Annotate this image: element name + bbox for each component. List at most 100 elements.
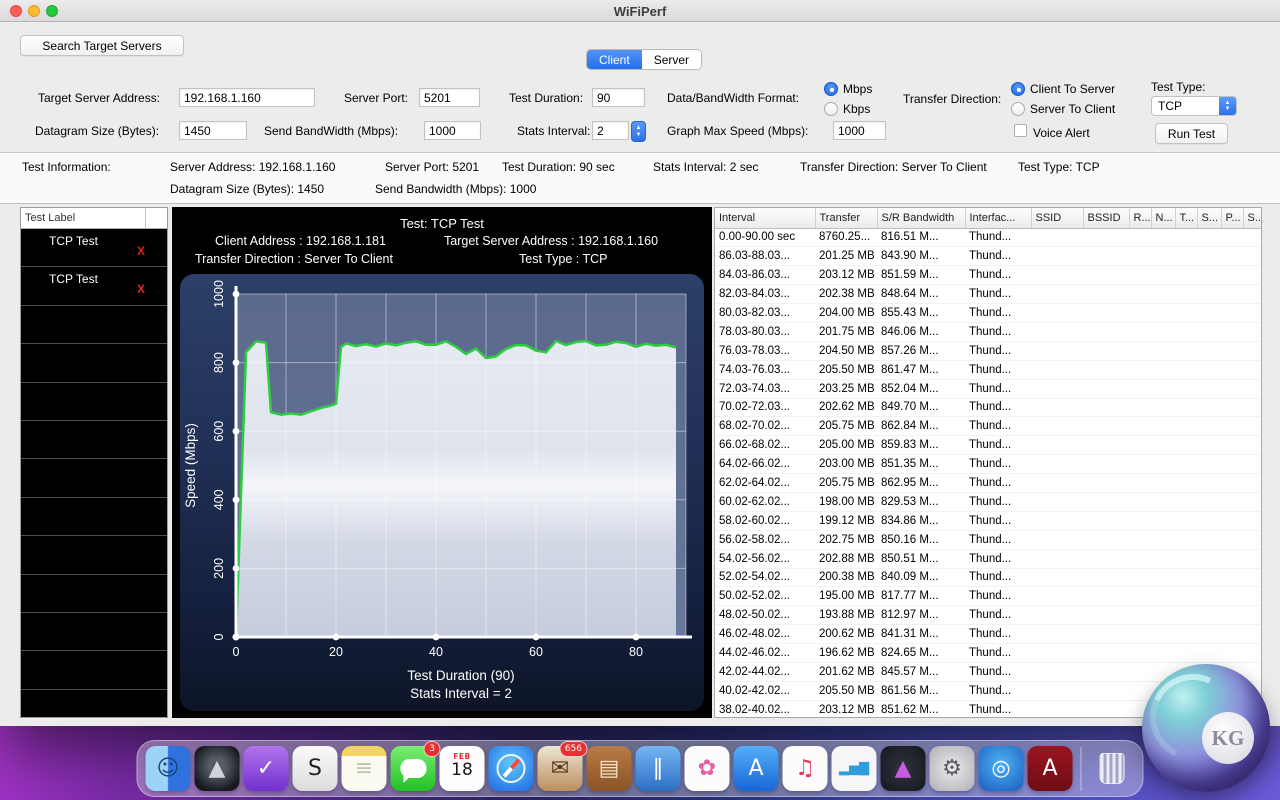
dock-item-messages[interactable]: 3 xyxy=(391,746,436,791)
table-cell: 72.03-74.03... xyxy=(715,379,815,398)
column-header[interactable]: N... xyxy=(1151,208,1175,228)
column-header[interactable]: Interfac... xyxy=(965,208,1031,228)
datagram-size-input[interactable] xyxy=(179,121,247,140)
dock-item-system-preferences[interactable]: ⚙ xyxy=(930,746,975,791)
table-cell xyxy=(1083,304,1129,323)
test-type-select[interactable]: TCP ▲▼ xyxy=(1151,96,1237,116)
table-cell xyxy=(1031,417,1083,436)
remove-test-button[interactable]: X xyxy=(137,244,145,258)
column-header[interactable]: BSSID xyxy=(1083,208,1129,228)
table-cell xyxy=(1243,379,1262,398)
table-row[interactable]: 68.02-70.02...205.75 MB862.84 M...Thund.… xyxy=(715,417,1262,436)
radio-client-to-server[interactable]: Client To Server xyxy=(1011,81,1115,97)
test-duration-input[interactable] xyxy=(592,88,645,107)
dock-item-trash[interactable] xyxy=(1090,746,1135,791)
dock-item-app-store[interactable]: A xyxy=(734,746,779,791)
table-cell xyxy=(1243,398,1262,417)
table-row[interactable]: 56.02-58.02...202.75 MB850.16 M...Thund.… xyxy=(715,530,1262,549)
target-server-address-input[interactable] xyxy=(179,88,315,107)
dock-item-adobe-reader[interactable]: A xyxy=(1028,746,1073,791)
titlebar[interactable]: WiFiPerf xyxy=(0,0,1280,22)
table-row[interactable]: 66.02-68.02...205.00 MB859.83 M...Thund.… xyxy=(715,436,1262,455)
table-row[interactable]: 84.03-86.03...203.12 MB851.59 M...Thund.… xyxy=(715,266,1262,285)
dock-item-music[interactable]: ♫ xyxy=(783,746,828,791)
server-port-input[interactable] xyxy=(419,88,480,107)
stats-interval-stepper[interactable]: ▲▼ xyxy=(631,121,646,142)
chart-panel: Test: TCP Test Client Address : 192.168.… xyxy=(172,207,712,718)
table-row[interactable]: 44.02-46.02...196.62 MB824.65 M...Thund.… xyxy=(715,644,1262,663)
table-row[interactable]: 80.03-82.03...204.00 MB855.43 M...Thund.… xyxy=(715,304,1262,323)
voice-alert-checkbox[interactable] xyxy=(1014,124,1027,137)
svg-text:60: 60 xyxy=(529,645,543,659)
table-row[interactable]: 52.02-54.02...200.38 MB840.09 M...Thund.… xyxy=(715,568,1262,587)
table-row[interactable]: 64.02-66.02...203.00 MB851.35 M...Thund.… xyxy=(715,455,1262,474)
table-row[interactable]: 50.02-52.02...195.00 MB817.77 M...Thund.… xyxy=(715,587,1262,606)
search-target-servers-button[interactable]: Search Target Servers xyxy=(20,35,184,56)
table-row[interactable]: 70.02-72.03...202.62 MB849.70 M...Thund.… xyxy=(715,398,1262,417)
radio-server-to-client[interactable]: Server To Client xyxy=(1011,101,1115,117)
table-cell xyxy=(1031,511,1083,530)
table-cell xyxy=(1151,436,1175,455)
dock-item-books-app[interactable]: ▤ xyxy=(587,746,632,791)
table-row[interactable]: 48.02-50.02...193.88 MB812.97 M...Thund.… xyxy=(715,606,1262,625)
table-row[interactable]: 60.02-62.02...198.00 MB829.53 M...Thund.… xyxy=(715,492,1262,511)
table-row[interactable]: 76.03-78.03...204.50 MB857.26 M...Thund.… xyxy=(715,341,1262,360)
column-header[interactable]: SSID xyxy=(1031,208,1083,228)
table-cell xyxy=(1243,247,1262,266)
test-list-row[interactable]: TCP TestX xyxy=(21,267,167,305)
table-cell xyxy=(1083,492,1129,511)
table-cell: 861.56 M... xyxy=(877,681,965,700)
stats-interval-input[interactable] xyxy=(592,121,629,140)
dock-item-safari[interactable] xyxy=(489,746,534,791)
run-test-button[interactable]: Run Test xyxy=(1155,123,1228,144)
column-header[interactable]: Interval xyxy=(715,208,815,228)
dock-item-affinity-photo[interactable]: ▲ xyxy=(881,746,926,791)
tab-client[interactable]: Client xyxy=(587,50,642,69)
table-cell xyxy=(1197,549,1221,568)
dock-item-notes[interactable]: ≡ xyxy=(342,746,387,791)
table-row[interactable]: 58.02-60.02...199.12 MB834.86 M...Thund.… xyxy=(715,511,1262,530)
dock-item-shortcuts-app[interactable]: S xyxy=(293,746,338,791)
table-row[interactable]: 54.02-56.02...202.88 MB850.51 M...Thund.… xyxy=(715,549,1262,568)
column-header[interactable]: S... xyxy=(1243,208,1262,228)
table-cell: 0.00-90.00 sec xyxy=(715,228,815,247)
test-label-column-header[interactable]: Test Label xyxy=(21,208,146,228)
dock-item-stats-app[interactable]: ▂▅▇ xyxy=(832,746,877,791)
dock-item-photos[interactable]: ✿ xyxy=(685,746,730,791)
dock-item-calendar[interactable]: FEB18 xyxy=(440,746,485,791)
table-cell xyxy=(1129,549,1151,568)
table-cell xyxy=(1083,398,1129,417)
table-row[interactable]: 72.03-74.03...203.25 MB852.04 M...Thund.… xyxy=(715,379,1262,398)
column-header[interactable]: Transfer xyxy=(815,208,877,228)
remove-test-button[interactable]: X xyxy=(137,282,145,296)
dock-item-mail-app[interactable]: ✉656 xyxy=(538,746,583,791)
column-header[interactable]: S... xyxy=(1197,208,1221,228)
radio-mbps[interactable]: Mbps xyxy=(824,81,872,97)
dock-item-finder[interactable]: ☺ xyxy=(146,746,191,791)
table-cell: Thund... xyxy=(965,266,1031,285)
table-row[interactable]: 86.03-88.03...201.25 MB843.90 M...Thund.… xyxy=(715,247,1262,266)
table-row[interactable]: 78.03-80.03...201.75 MB846.06 M...Thund.… xyxy=(715,322,1262,341)
radio-label: Client To Server xyxy=(1030,82,1115,96)
dock-item-blue-app[interactable]: ◎ xyxy=(979,746,1024,791)
dock-item-launchpad[interactable]: ▲ xyxy=(195,746,240,791)
table-row[interactable]: 46.02-48.02...200.62 MB841.31 M...Thund.… xyxy=(715,625,1262,644)
svg-text:Speed (Mbps): Speed (Mbps) xyxy=(183,423,198,508)
column-header[interactable]: T... xyxy=(1175,208,1197,228)
column-header[interactable]: R... xyxy=(1129,208,1151,228)
dock-item-tasks-app[interactable]: ✓ xyxy=(244,746,289,791)
radio-kbps[interactable]: Kbps xyxy=(824,101,870,117)
table-row[interactable]: 0.00-90.00 sec8760.25...816.51 M...Thund… xyxy=(715,228,1262,247)
tab-server[interactable]: Server xyxy=(642,50,701,69)
test-list-row[interactable]: TCP TestX xyxy=(21,229,167,267)
dock-item-parallels-app[interactable]: ∥ xyxy=(636,746,681,791)
table-row[interactable]: 82.03-84.03...202.38 MB848.64 M...Thund.… xyxy=(715,285,1262,304)
table-row[interactable]: 62.02-64.02...205.75 MB862.95 M...Thund.… xyxy=(715,474,1262,493)
graph-max-speed-input[interactable] xyxy=(833,121,886,140)
table-cell: Thund... xyxy=(965,625,1031,644)
table-row[interactable]: 74.03-76.03...205.50 MB861.47 M...Thund.… xyxy=(715,360,1262,379)
send-bandwidth-input[interactable] xyxy=(424,121,481,140)
table-cell xyxy=(1031,247,1083,266)
column-header[interactable]: P... xyxy=(1221,208,1243,228)
column-header[interactable]: S/R Bandwidth xyxy=(877,208,965,228)
